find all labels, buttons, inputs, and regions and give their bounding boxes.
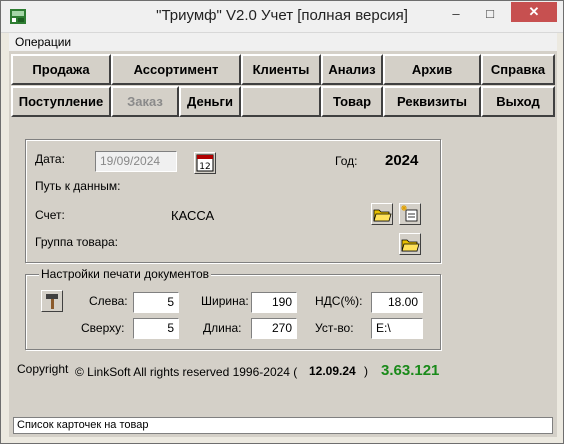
version-number: 3.63.121 xyxy=(381,362,440,379)
account-new-button[interactable] xyxy=(399,203,421,225)
print-settings-button[interactable] xyxy=(41,290,63,312)
left-margin-field[interactable]: 5 xyxy=(133,292,179,313)
open-folder-icon xyxy=(373,209,392,222)
close-paren: ) xyxy=(364,364,368,378)
menu-bar: Операции xyxy=(9,33,557,51)
width-label: Ширина: xyxy=(201,294,249,308)
archive-button[interactable]: Архив xyxy=(383,54,481,85)
copyright-text: © LinkSoft All rights reserved 1996-2024… xyxy=(75,365,298,379)
open-folder-icon xyxy=(401,239,420,252)
calendar-button[interactable]: 12 xyxy=(194,152,216,174)
app-window: "Триумф" V2.0 Учет [полная версия] – □ ✕… xyxy=(0,0,564,444)
status-bar: Список карточек на товар xyxy=(13,417,553,434)
minimize-button[interactable]: – xyxy=(441,3,471,25)
hammer-icon xyxy=(46,294,58,309)
empty-toolbar-slot xyxy=(241,86,321,117)
assortment-button[interactable]: Ассортимент xyxy=(111,54,241,85)
analysis-button[interactable]: Анализ xyxy=(321,54,383,85)
data-path-label: Путь к данным: xyxy=(35,179,121,193)
account-open-button[interactable] xyxy=(371,203,393,225)
title-bar[interactable]: "Триумф" V2.0 Учет [полная версия] – □ ✕ xyxy=(1,1,563,33)
client-area: Продажа Ассортимент Клиенты Анализ Архив… xyxy=(9,51,557,437)
left-margin-label: Слева: xyxy=(89,294,128,308)
vat-label: НДС(%): xyxy=(315,294,363,308)
help-button[interactable]: Справка xyxy=(481,54,555,85)
order-button: Заказ xyxy=(111,86,179,117)
new-document-icon xyxy=(401,205,418,222)
clients-button[interactable]: Клиенты xyxy=(241,54,321,85)
requisites-button[interactable]: Реквизиты xyxy=(383,86,481,117)
copyright-label: Copyright xyxy=(17,362,69,376)
date-label: Дата: xyxy=(35,152,65,166)
group-open-button[interactable] xyxy=(399,233,421,255)
menu-operations[interactable]: Операции xyxy=(15,35,71,49)
width-field[interactable]: 190 xyxy=(251,292,297,313)
device-label: Уст-во: xyxy=(315,321,354,335)
date-field: 19/09/2024 xyxy=(95,151,177,172)
year-value: 2024 xyxy=(385,152,419,169)
device-field[interactable]: E:\ xyxy=(371,318,423,339)
top-margin-field[interactable]: 5 xyxy=(133,318,179,339)
print-settings-legend: Настройки печати документов xyxy=(39,267,212,281)
build-date: 12.09.24 xyxy=(309,364,356,378)
exit-button[interactable]: Выход xyxy=(481,86,555,117)
year-label: Год: xyxy=(335,154,358,168)
money-button[interactable]: Деньги xyxy=(179,86,241,117)
length-label: Длина: xyxy=(203,321,242,335)
product-group-label: Группа товара: xyxy=(35,235,118,249)
maximize-button[interactable]: □ xyxy=(475,3,505,25)
account-value: КАССА xyxy=(171,208,215,223)
sales-button[interactable]: Продажа xyxy=(11,54,111,85)
account-label: Счет: xyxy=(35,208,65,222)
length-field[interactable]: 270 xyxy=(251,318,297,339)
calendar-icon: 12 xyxy=(196,154,214,172)
svg-text:12: 12 xyxy=(199,162,210,172)
top-margin-label: Сверху: xyxy=(81,321,125,335)
close-button[interactable]: ✕ xyxy=(511,2,557,22)
vat-field[interactable]: 18.00 xyxy=(371,292,423,313)
goods-button[interactable]: Товар xyxy=(321,86,383,117)
receipt-button[interactable]: Поступление xyxy=(11,86,111,117)
